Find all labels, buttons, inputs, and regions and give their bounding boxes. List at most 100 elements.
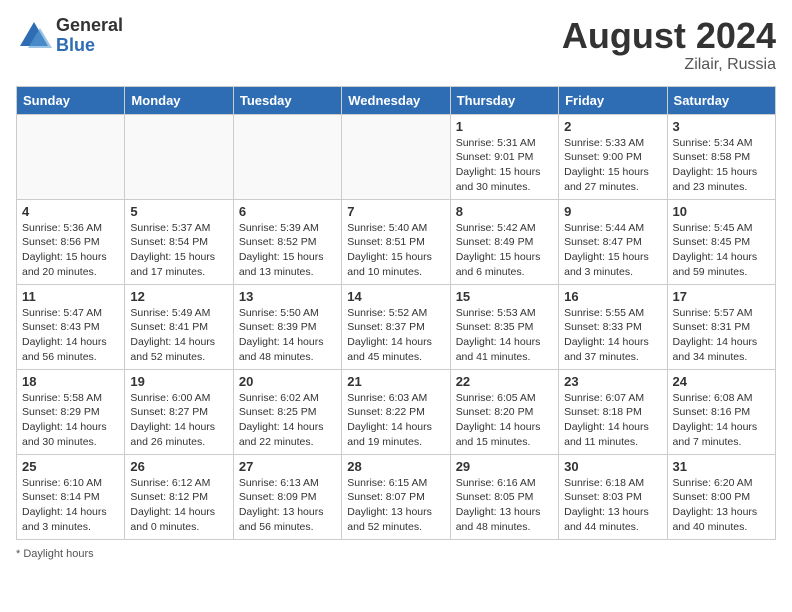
header-row: Sunday Monday Tuesday Wednesday Thursday… bbox=[17, 86, 776, 114]
day-info: Sunrise: 6:07 AMSunset: 8:18 PMDaylight:… bbox=[564, 391, 661, 450]
day-number: 9 bbox=[564, 204, 661, 219]
logo-general: General bbox=[56, 16, 123, 36]
day-info: Sunrise: 5:50 AMSunset: 8:39 PMDaylight:… bbox=[239, 306, 336, 365]
day-number: 10 bbox=[673, 204, 770, 219]
day-number: 1 bbox=[456, 119, 553, 134]
day-info: Sunrise: 6:03 AMSunset: 8:22 PMDaylight:… bbox=[347, 391, 444, 450]
title-area: August 2024 Zilair, Russia bbox=[562, 16, 776, 74]
table-row bbox=[125, 114, 233, 199]
day-number: 7 bbox=[347, 204, 444, 219]
day-info: Sunrise: 5:40 AMSunset: 8:51 PMDaylight:… bbox=[347, 221, 444, 280]
table-row: 6 Sunrise: 5:39 AMSunset: 8:52 PMDaylight… bbox=[233, 199, 341, 284]
day-info: Sunrise: 6:10 AMSunset: 8:14 PMDaylight:… bbox=[22, 476, 119, 535]
calendar-week-3: 18 Sunrise: 5:58 AMSunset: 8:29 PMDayligh… bbox=[17, 369, 776, 454]
calendar-week-0: 1 Sunrise: 5:31 AMSunset: 9:01 PMDaylight… bbox=[17, 114, 776, 199]
col-thursday: Thursday bbox=[450, 86, 558, 114]
table-row: 8 Sunrise: 5:42 AMSunset: 8:49 PMDaylight… bbox=[450, 199, 558, 284]
logo-text: General Blue bbox=[56, 16, 123, 56]
col-tuesday: Tuesday bbox=[233, 86, 341, 114]
day-info: Sunrise: 6:16 AMSunset: 8:05 PMDaylight:… bbox=[456, 476, 553, 535]
day-number: 19 bbox=[130, 374, 227, 389]
day-info: Sunrise: 5:39 AMSunset: 8:52 PMDaylight:… bbox=[239, 221, 336, 280]
table-row: 21 Sunrise: 6:03 AMSunset: 8:22 PMDayligh… bbox=[342, 369, 450, 454]
day-number: 22 bbox=[456, 374, 553, 389]
day-info: Sunrise: 5:45 AMSunset: 8:45 PMDaylight:… bbox=[673, 221, 770, 280]
table-row: 12Sunrise: 5:49 AMSunset: 8:41 PMDayligh… bbox=[125, 284, 233, 369]
day-info: Sunrise: 6:13 AMSunset: 8:09 PMDaylight:… bbox=[239, 476, 336, 535]
table-row: 14Sunrise: 5:52 AMSunset: 8:37 PMDayligh… bbox=[342, 284, 450, 369]
table-row: 1 Sunrise: 5:31 AMSunset: 9:01 PMDaylight… bbox=[450, 114, 558, 199]
table-row: 17 Sunrise: 5:57 AMSunset: 8:31 PMDayligh… bbox=[667, 284, 775, 369]
table-row: 2 Sunrise: 5:33 AMSunset: 9:00 PMDaylight… bbox=[559, 114, 667, 199]
day-number: 28 bbox=[347, 459, 444, 474]
day-info: Sunrise: 5:57 AMSunset: 8:31 PMDaylight:… bbox=[673, 306, 770, 365]
day-info: Sunrise: 5:33 AMSunset: 9:00 PMDaylight:… bbox=[564, 136, 661, 195]
day-info: Sunrise: 6:20 AMSunset: 8:00 PMDaylight:… bbox=[673, 476, 770, 535]
day-info: Sunrise: 6:02 AMSunset: 8:25 PMDaylight:… bbox=[239, 391, 336, 450]
table-row: 11 Sunrise: 5:47 AMSunset: 8:43 PMDayligh… bbox=[17, 284, 125, 369]
day-info: Sunrise: 5:53 AMSunset: 8:35 PMDaylight:… bbox=[456, 306, 553, 365]
table-row: 16 Sunrise: 5:55 AMSunset: 8:33 PMDayligh… bbox=[559, 284, 667, 369]
day-info: Sunrise: 5:55 AMSunset: 8:33 PMDaylight:… bbox=[564, 306, 661, 365]
day-number: 18 bbox=[22, 374, 119, 389]
page-header: General Blue August 2024 Zilair, Russia bbox=[16, 16, 776, 74]
day-number: 6 bbox=[239, 204, 336, 219]
footer-note: * Daylight hours bbox=[16, 548, 776, 560]
calendar-body: 1 Sunrise: 5:31 AMSunset: 9:01 PMDaylight… bbox=[17, 114, 776, 539]
col-friday: Friday bbox=[559, 86, 667, 114]
table-row: 18 Sunrise: 5:58 AMSunset: 8:29 PMDayligh… bbox=[17, 369, 125, 454]
day-number: 20 bbox=[239, 374, 336, 389]
day-info: Sunrise: 6:12 AMSunset: 8:12 PMDaylight:… bbox=[130, 476, 227, 535]
logo: General Blue bbox=[16, 16, 123, 56]
day-number: 13 bbox=[239, 289, 336, 304]
table-row bbox=[233, 114, 341, 199]
col-wednesday: Wednesday bbox=[342, 86, 450, 114]
table-row bbox=[342, 114, 450, 199]
table-row: 20 Sunrise: 6:02 AMSunset: 8:25 PMDayligh… bbox=[233, 369, 341, 454]
table-row: 7 Sunrise: 5:40 AMSunset: 8:51 PMDaylight… bbox=[342, 199, 450, 284]
day-number: 21 bbox=[347, 374, 444, 389]
day-info: Sunrise: 5:31 AMSunset: 9:01 PMDaylight:… bbox=[456, 136, 553, 195]
logo-blue: Blue bbox=[56, 36, 123, 56]
col-saturday: Saturday bbox=[667, 86, 775, 114]
day-number: 27 bbox=[239, 459, 336, 474]
day-number: 11 bbox=[22, 289, 119, 304]
day-number: 31 bbox=[673, 459, 770, 474]
table-row: 3Sunrise: 5:34 AMSunset: 8:58 PMDaylight… bbox=[667, 114, 775, 199]
day-info: Sunrise: 5:36 AMSunset: 8:56 PMDaylight:… bbox=[22, 221, 119, 280]
day-number: 16 bbox=[564, 289, 661, 304]
table-row: 23Sunrise: 6:07 AMSunset: 8:18 PMDayligh… bbox=[559, 369, 667, 454]
calendar-week-1: 4 Sunrise: 5:36 AMSunset: 8:56 PMDaylight… bbox=[17, 199, 776, 284]
table-row: 10 Sunrise: 5:45 AMSunset: 8:45 PMDayligh… bbox=[667, 199, 775, 284]
table-row: 22Sunrise: 6:05 AMSunset: 8:20 PMDayligh… bbox=[450, 369, 558, 454]
day-info: Sunrise: 5:42 AMSunset: 8:49 PMDaylight:… bbox=[456, 221, 553, 280]
day-number: 17 bbox=[673, 289, 770, 304]
day-number: 3 bbox=[673, 119, 770, 134]
table-row: 24Sunrise: 6:08 AMSunset: 8:16 PMDayligh… bbox=[667, 369, 775, 454]
day-number: 2 bbox=[564, 119, 661, 134]
day-info: Sunrise: 5:47 AMSunset: 8:43 PMDaylight:… bbox=[22, 306, 119, 365]
table-row: 5Sunrise: 5:37 AMSunset: 8:54 PMDaylight… bbox=[125, 199, 233, 284]
month-title: August 2024 bbox=[562, 16, 776, 56]
day-info: Sunrise: 6:00 AMSunset: 8:27 PMDaylight:… bbox=[130, 391, 227, 450]
calendar-table: Sunday Monday Tuesday Wednesday Thursday… bbox=[16, 86, 776, 540]
day-number: 25 bbox=[22, 459, 119, 474]
calendar-week-4: 25 Sunrise: 6:10 AMSunset: 8:14 PMDayligh… bbox=[17, 454, 776, 539]
day-info: Sunrise: 5:37 AMSunset: 8:54 PMDaylight:… bbox=[130, 221, 227, 280]
day-info: Sunrise: 5:44 AMSunset: 8:47 PMDaylight:… bbox=[564, 221, 661, 280]
table-row: 25 Sunrise: 6:10 AMSunset: 8:14 PMDayligh… bbox=[17, 454, 125, 539]
day-info: Sunrise: 6:18 AMSunset: 8:03 PMDaylight:… bbox=[564, 476, 661, 535]
location-subtitle: Zilair, Russia bbox=[562, 56, 776, 74]
day-number: 26 bbox=[130, 459, 227, 474]
table-row: 27 Sunrise: 6:13 AMSunset: 8:09 PMDayligh… bbox=[233, 454, 341, 539]
day-info: Sunrise: 5:52 AMSunset: 8:37 PMDaylight:… bbox=[347, 306, 444, 365]
day-number: 8 bbox=[456, 204, 553, 219]
table-row: 19 Sunrise: 6:00 AMSunset: 8:27 PMDayligh… bbox=[125, 369, 233, 454]
day-info: Sunrise: 5:58 AMSunset: 8:29 PMDaylight:… bbox=[22, 391, 119, 450]
table-row: 15 Sunrise: 5:53 AMSunset: 8:35 PMDayligh… bbox=[450, 284, 558, 369]
day-info: Sunrise: 6:15 AMSunset: 8:07 PMDaylight:… bbox=[347, 476, 444, 535]
day-number: 15 bbox=[456, 289, 553, 304]
table-row: 31 Sunrise: 6:20 AMSunset: 8:00 PMDayligh… bbox=[667, 454, 775, 539]
table-row: 4 Sunrise: 5:36 AMSunset: 8:56 PMDaylight… bbox=[17, 199, 125, 284]
day-number: 4 bbox=[22, 204, 119, 219]
